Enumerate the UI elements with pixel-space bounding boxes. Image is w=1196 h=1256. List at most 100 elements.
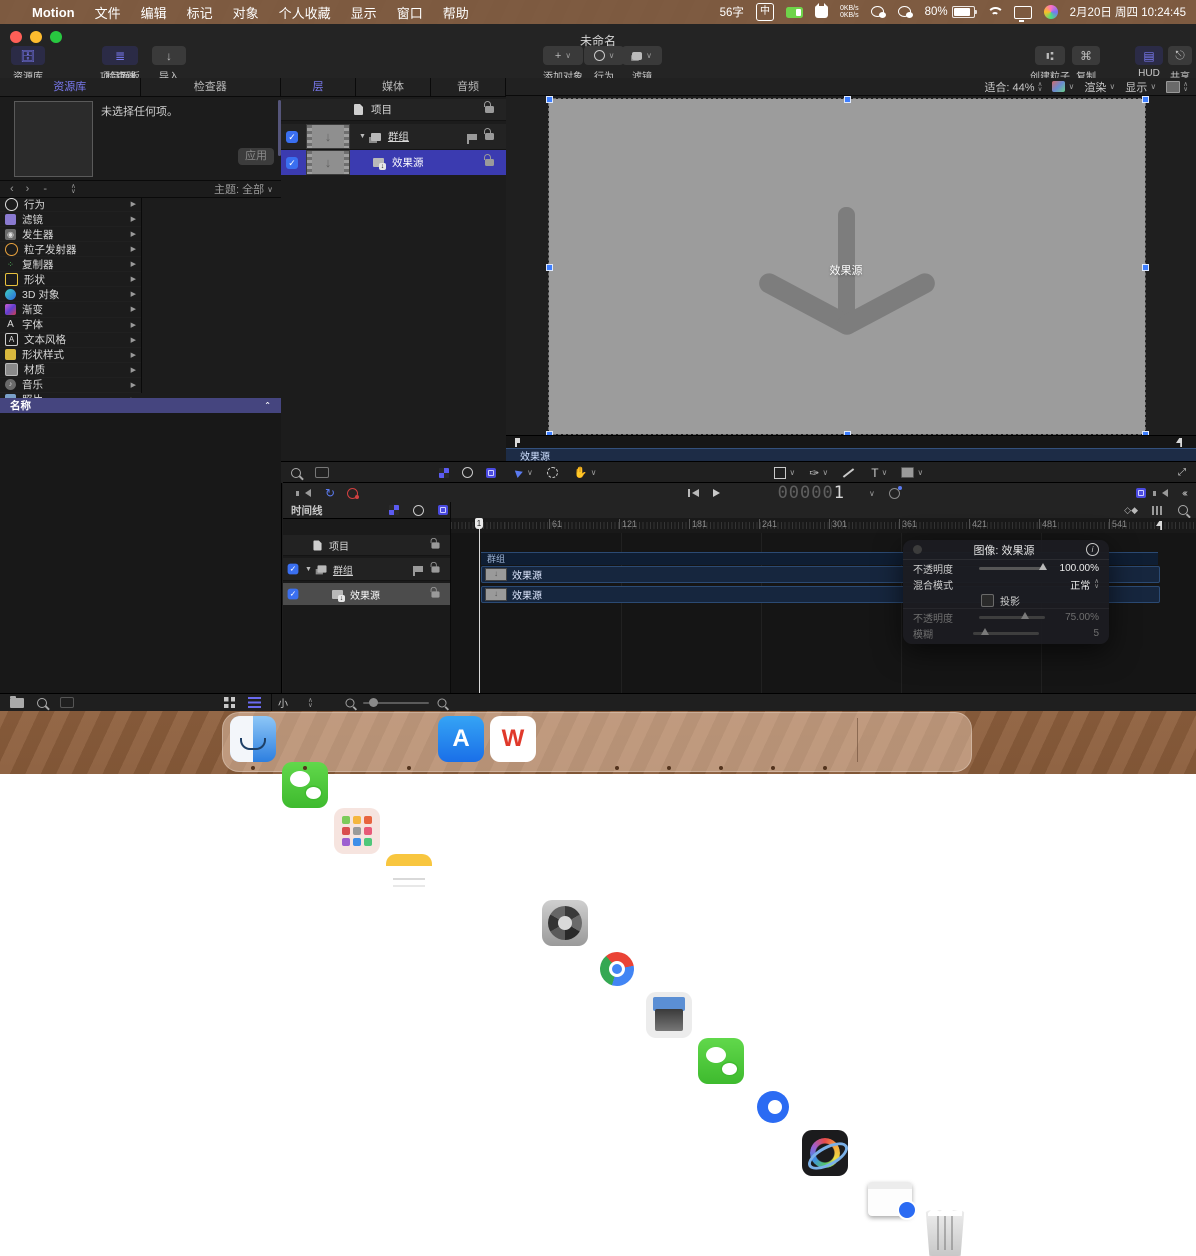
layout-control[interactable]: ∧∨	[1166, 81, 1188, 93]
library-category-materials[interactable]: 材质▶	[0, 363, 141, 378]
library-category-generators[interactable]: ◉发生器▶	[0, 227, 141, 242]
library-category-shape-styles[interactable]: 形状样式▶	[0, 348, 141, 363]
siri-icon[interactable]	[1044, 5, 1058, 19]
rectangle-tool-icon[interactable]	[774, 467, 786, 479]
menu-file[interactable]: 文件	[95, 3, 121, 22]
unlock-icon[interactable]	[431, 566, 439, 572]
chevron-down-icon[interactable]: ∨	[822, 468, 828, 477]
opacity-slider[interactable]	[979, 567, 1045, 570]
preview-column-icon[interactable]	[315, 467, 329, 478]
flag-icon[interactable]	[415, 566, 423, 572]
flag-icon[interactable]	[469, 134, 477, 140]
battery-status[interactable]: 80%	[925, 6, 975, 18]
show-keyframes-icon[interactable]	[389, 505, 399, 515]
layers-row-project[interactable]: 项目	[281, 99, 506, 121]
library-category-text-styles[interactable]: A文本风格▶	[0, 333, 141, 348]
zoom-in-icon[interactable]	[437, 698, 446, 707]
search-icon[interactable]	[37, 698, 47, 708]
select-tool-icon[interactable]	[515, 468, 524, 478]
hud-close-button[interactable]	[913, 545, 922, 554]
clock[interactable]: 2月20日 周四 10:24:45	[1070, 4, 1186, 20]
hud-opacity-value[interactable]: 100.00%	[1060, 563, 1099, 574]
loop-icon[interactable]: ↻	[325, 486, 335, 500]
trash-icon[interactable]	[922, 1210, 968, 1256]
text-tool-icon[interactable]: T	[871, 466, 878, 480]
selection-handle[interactable]	[546, 264, 553, 271]
menu-view[interactable]: 显示	[351, 3, 377, 22]
group-checkbox[interactable]: ✓	[288, 564, 299, 575]
timeline-zoom-slider[interactable]	[363, 702, 429, 704]
show-filters-icon[interactable]	[486, 468, 496, 478]
canvas-object-bar[interactable]: 效果源	[506, 448, 1196, 462]
selection-handle[interactable]	[844, 96, 851, 103]
track-height-label[interactable]: 小	[278, 695, 288, 710]
library-category-gradients[interactable]: 渐变▶	[0, 302, 141, 317]
stepper-icon[interactable]: ∧∨	[308, 698, 313, 708]
finder-icon[interactable]	[230, 716, 276, 762]
library-category-fonts[interactable]: A字体▶	[0, 318, 141, 333]
theme-filter[interactable]: 主题: 全部 ∨	[214, 181, 273, 197]
launchpad-icon[interactable]	[334, 808, 380, 854]
library-category-particle-emitters[interactable]: 粒子发射器▶	[0, 242, 141, 257]
menu-favorites[interactable]: 个人收藏	[279, 3, 331, 22]
audio-view-icon[interactable]	[1162, 489, 1168, 497]
tab-media[interactable]: 媒体	[356, 78, 431, 96]
timeline-row-project[interactable]: 项目	[283, 535, 450, 556]
chevron-down-icon[interactable]: ∨	[527, 468, 533, 477]
ime-icon[interactable]: 中	[756, 3, 774, 21]
record-icon[interactable]	[347, 488, 358, 499]
chevron-down-icon[interactable]: ∨	[917, 468, 923, 477]
play-range-out-marker[interactable]	[1156, 521, 1162, 530]
blur-slider[interactable]	[973, 632, 1039, 635]
stepper-icon[interactable]: ∧∨	[1094, 579, 1099, 589]
library-category-shapes[interactable]: 形状▶	[0, 272, 141, 287]
tab-library[interactable]: 资源库	[0, 78, 141, 96]
library-name-header[interactable]: 名称 ⌃	[0, 398, 281, 413]
unlock-icon[interactable]	[485, 106, 494, 113]
notes-icon[interactable]	[386, 854, 432, 900]
quark-browser-icon[interactable]	[750, 1084, 796, 1130]
disclosure-triangle-icon[interactable]: ▼	[359, 133, 366, 140]
unlock-icon[interactable]	[485, 133, 494, 140]
selection-handle[interactable]	[1142, 96, 1149, 103]
cat-app-icon[interactable]	[815, 6, 828, 18]
zoom-timeline-icon[interactable]	[1178, 505, 1188, 515]
back-button[interactable]: ‹	[10, 183, 14, 195]
mute-icon[interactable]	[305, 489, 311, 497]
collapse-panes-icon[interactable]: ‹‹‹	[1182, 488, 1186, 499]
library-category-3d-objects[interactable]: 3D 对象▶	[0, 287, 141, 302]
tab-audio[interactable]: 音频	[431, 78, 506, 96]
zoom-level-control[interactable]: 适合: 44% ∧∨	[984, 79, 1042, 95]
layers-row-group[interactable]: ✓ ↓ ▼ 群组	[281, 124, 506, 150]
show-keyframes-icon[interactable]	[439, 468, 449, 478]
show-behaviors-icon[interactable]	[462, 467, 473, 478]
hud-button[interactable]: ▤HUD	[1135, 46, 1163, 79]
play-button[interactable]	[713, 489, 720, 497]
transform-tool-icon[interactable]	[547, 467, 558, 478]
chevron-down-icon[interactable]: ∨	[789, 468, 795, 477]
zoom-out-icon[interactable]	[345, 698, 354, 707]
wechat-tray-icon-2[interactable]	[898, 6, 913, 18]
green-widget-icon[interactable]	[786, 7, 803, 18]
library-category-behaviors[interactable]: 行为▶	[0, 197, 141, 212]
pan-tool-icon[interactable]: ✋	[574, 466, 588, 479]
wechat-tray-icon[interactable]	[871, 6, 886, 18]
info-icon[interactable]: i	[1086, 543, 1099, 556]
chevron-down-icon[interactable]: ∨	[882, 468, 888, 477]
library-category-replicators[interactable]: ⁘复制器▶	[0, 257, 141, 272]
preview-icon[interactable]	[60, 697, 74, 708]
timeline-ruler[interactable]: 61 121 181 241 301 361 421 481 541	[451, 518, 1196, 534]
grid-view-icon[interactable]	[224, 697, 235, 708]
chrome-icon[interactable]	[594, 946, 640, 992]
search-icon[interactable]	[291, 468, 301, 478]
timeline-view-icon[interactable]	[1136, 488, 1146, 498]
tab-inspector[interactable]: 检查器	[141, 78, 282, 96]
list-view-icon[interactable]	[248, 697, 261, 708]
new-folder-icon[interactable]	[10, 698, 24, 708]
library-category-filters[interactable]: 滤镜▶	[0, 212, 141, 227]
char-count[interactable]: 56字	[720, 4, 744, 20]
playhead-handle[interactable]: 1	[475, 518, 483, 529]
keyframe-nav-icons[interactable]: ◇◆	[1124, 505, 1138, 516]
forward-button[interactable]: ›	[26, 183, 30, 195]
timeline-row-group[interactable]: ✓ ▼ 群组	[283, 558, 450, 581]
